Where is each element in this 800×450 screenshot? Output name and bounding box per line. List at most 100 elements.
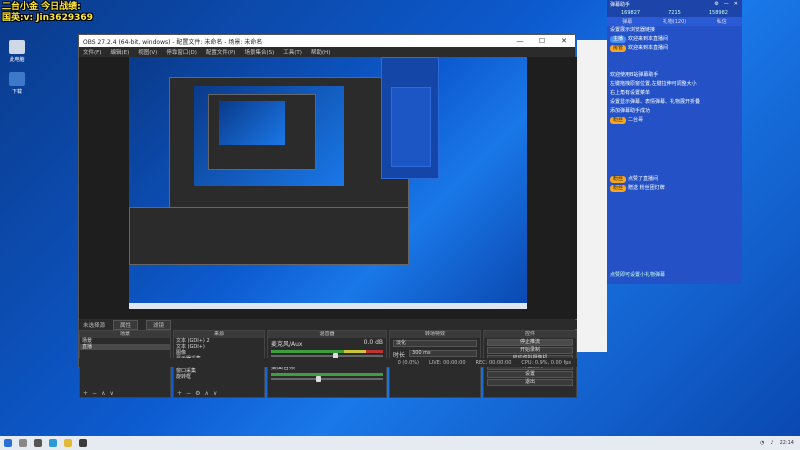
- danmu-message: 房管 欢迎来到本直播间: [607, 44, 742, 53]
- danmu-title: 弹幕助手: [610, 1, 631, 8]
- preview-screen: [129, 57, 527, 309]
- explorer-icon[interactable]: [64, 439, 72, 447]
- danmu-panel[interactable]: 弹幕助手 ⚙ — ✕ 169827 7215 158982 弹幕 礼物(120) 私…: [607, 0, 742, 284]
- danmu-message: 设置显示弹幕、表情弹幕、礼物展开折叠: [610, 99, 701, 105]
- mixer-channel-db: 0.0 dB: [363, 339, 383, 346]
- background-window: [577, 40, 607, 352]
- up-icon[interactable]: ∧: [204, 390, 208, 397]
- stop-streaming-button[interactable]: 停止推流: [487, 339, 573, 346]
- remove-icon[interactable]: −: [186, 390, 191, 397]
- stat-likes: 158982: [708, 9, 728, 16]
- menu-docks[interactable]: 停靠窗口(D): [166, 48, 197, 56]
- danmu-message: 粉丝 点赞了直播间: [607, 175, 742, 184]
- badge: 主播: [610, 36, 627, 43]
- preview-taskbar: [129, 303, 527, 309]
- task-view-icon[interactable]: [34, 439, 42, 447]
- download-folder-icon: [9, 72, 25, 86]
- obs-window[interactable]: OBS 27.2.4 (64-bit, windows) - 配置文件: 未命名…: [78, 34, 577, 398]
- danmu-tabs: 弹幕 礼物(120) 私信: [607, 17, 742, 26]
- duration-input[interactable]: 300 ms: [409, 350, 477, 357]
- menu-tools[interactable]: 工具(T): [283, 48, 302, 56]
- maximize-button[interactable]: ☐: [531, 37, 553, 45]
- danmu-message: 添加弹幕助手成功: [610, 108, 651, 114]
- nested-danmu-panel-2: [391, 87, 431, 167]
- obs-menubar: 文件(F) 编辑(E) 视图(V) 停靠窗口(D) 配置文件(P) 场景集合(S…: [79, 47, 575, 57]
- menu-edit[interactable]: 编辑(E): [110, 48, 129, 56]
- danmu-message: 左键拖拽原窗位置,左键拉伸可调整大小: [610, 81, 697, 87]
- stat-followers: 7215: [668, 9, 681, 16]
- clock-time[interactable]: 22:14: [780, 440, 794, 446]
- scenes-title: 场景: [80, 331, 170, 338]
- computer-icon: [9, 40, 25, 54]
- volume-icon[interactable]: ♪: [770, 440, 773, 446]
- desktop-icon-label: 下载: [11, 89, 22, 95]
- danmu-message: 主播 欢迎来到本直播间: [607, 35, 742, 44]
- transition-select[interactable]: 淡化: [393, 340, 477, 347]
- danmu-message: 粉丝 二台哥: [607, 116, 742, 125]
- mixer-channel-name: 麦克风/Aux: [271, 341, 303, 348]
- system-tray: ◔ ♪ 22:14: [760, 440, 800, 446]
- danmu-message: 粉丝 赠送 粉丝团灯牌: [607, 184, 742, 193]
- taskbar: ◔ ♪ 22:14: [0, 436, 800, 450]
- properties-button[interactable]: 属性: [113, 319, 139, 330]
- source-toolbar: 未选择源 属性 滤镜: [79, 319, 577, 330]
- menu-scene-collection[interactable]: 场景集合(S): [244, 48, 274, 56]
- tab-gifts[interactable]: 礼物(120): [663, 18, 686, 25]
- remove-icon[interactable]: −: [92, 390, 97, 397]
- menu-help[interactable]: 帮助(H): [311, 48, 330, 56]
- filters-button[interactable]: 滤镜: [146, 319, 172, 330]
- badge: 粉丝: [610, 176, 627, 183]
- volume-slider[interactable]: [271, 376, 383, 382]
- down-icon[interactable]: ∨: [109, 390, 113, 397]
- scene-item[interactable]: 直播: [80, 344, 170, 350]
- desktop-icon-label: 此电脑: [9, 57, 25, 63]
- desktop-icon-download[interactable]: 下载: [6, 72, 28, 95]
- live-time: LIVE: 00:00:00: [428, 359, 466, 366]
- dropped-frames: 0 (0.0%): [397, 359, 419, 366]
- tab-messages[interactable]: 私信: [717, 18, 727, 25]
- tab-danmu[interactable]: 弹幕: [622, 18, 632, 25]
- menu-view[interactable]: 视图(V): [138, 48, 157, 56]
- audio-meter: [271, 350, 383, 353]
- audio-meter: [271, 373, 383, 376]
- exit-button[interactable]: 退出: [487, 379, 573, 386]
- volume-slider[interactable]: [271, 353, 383, 359]
- search-icon[interactable]: [19, 439, 27, 447]
- down-icon[interactable]: ∨: [213, 390, 217, 397]
- transitions-title: 转场特效: [390, 331, 480, 338]
- start-icon[interactable]: [4, 439, 12, 447]
- wifi-icon[interactable]: ◔: [760, 440, 764, 446]
- badge: 粉丝: [610, 117, 627, 124]
- sources-title: 来源: [174, 331, 264, 338]
- settings-button[interactable]: 设置: [487, 371, 573, 378]
- add-icon[interactable]: +: [83, 390, 88, 397]
- desktop-icon-computer[interactable]: 此电脑: [6, 40, 28, 63]
- menu-file[interactable]: 文件(F): [83, 48, 101, 56]
- minimize-button[interactable]: —: [509, 37, 531, 45]
- badge: 粉丝: [610, 185, 627, 192]
- gear-icon[interactable]: ⚙: [195, 390, 200, 397]
- close-icon[interactable]: ✕: [734, 1, 738, 7]
- controls-title: 控件: [484, 331, 576, 338]
- close-button[interactable]: ✕: [553, 37, 575, 45]
- menu-profile[interactable]: 配置文件(P): [206, 48, 236, 56]
- rec-time: REC: 00:00:00: [475, 359, 512, 366]
- add-icon[interactable]: +: [177, 390, 182, 397]
- nested-docks: [129, 207, 409, 265]
- danmu-message: 欢迎使用B站弹幕助手: [610, 72, 659, 78]
- app-icon[interactable]: [79, 439, 87, 447]
- up-icon[interactable]: ∧: [101, 390, 105, 397]
- badge: 房管: [610, 45, 627, 52]
- danmu-message: 设置展示浏览器链接: [610, 27, 656, 33]
- obs-titlebar[interactable]: OBS 27.2.4 (64-bit, windows) - 配置文件: 未命名…: [79, 35, 575, 47]
- edge-icon[interactable]: [49, 439, 57, 447]
- minimize-icon[interactable]: —: [724, 1, 729, 7]
- start-recording-button[interactable]: 开始录制: [487, 347, 573, 354]
- obs-preview[interactable]: [79, 57, 577, 319]
- settings-icon[interactable]: ⚙: [714, 1, 718, 7]
- overlay-line-2: 国英:v: Jin3629369: [2, 13, 93, 23]
- danmu-header: 弹幕助手 ⚙ — ✕: [607, 0, 742, 8]
- mixer-title: 混音器: [268, 331, 386, 338]
- obs-statusbar: 0 (0.0%) LIVE: 00:00:00 REC: 00:00:00 CP…: [79, 358, 577, 367]
- source-item[interactable]: 旋转框: [174, 374, 264, 380]
